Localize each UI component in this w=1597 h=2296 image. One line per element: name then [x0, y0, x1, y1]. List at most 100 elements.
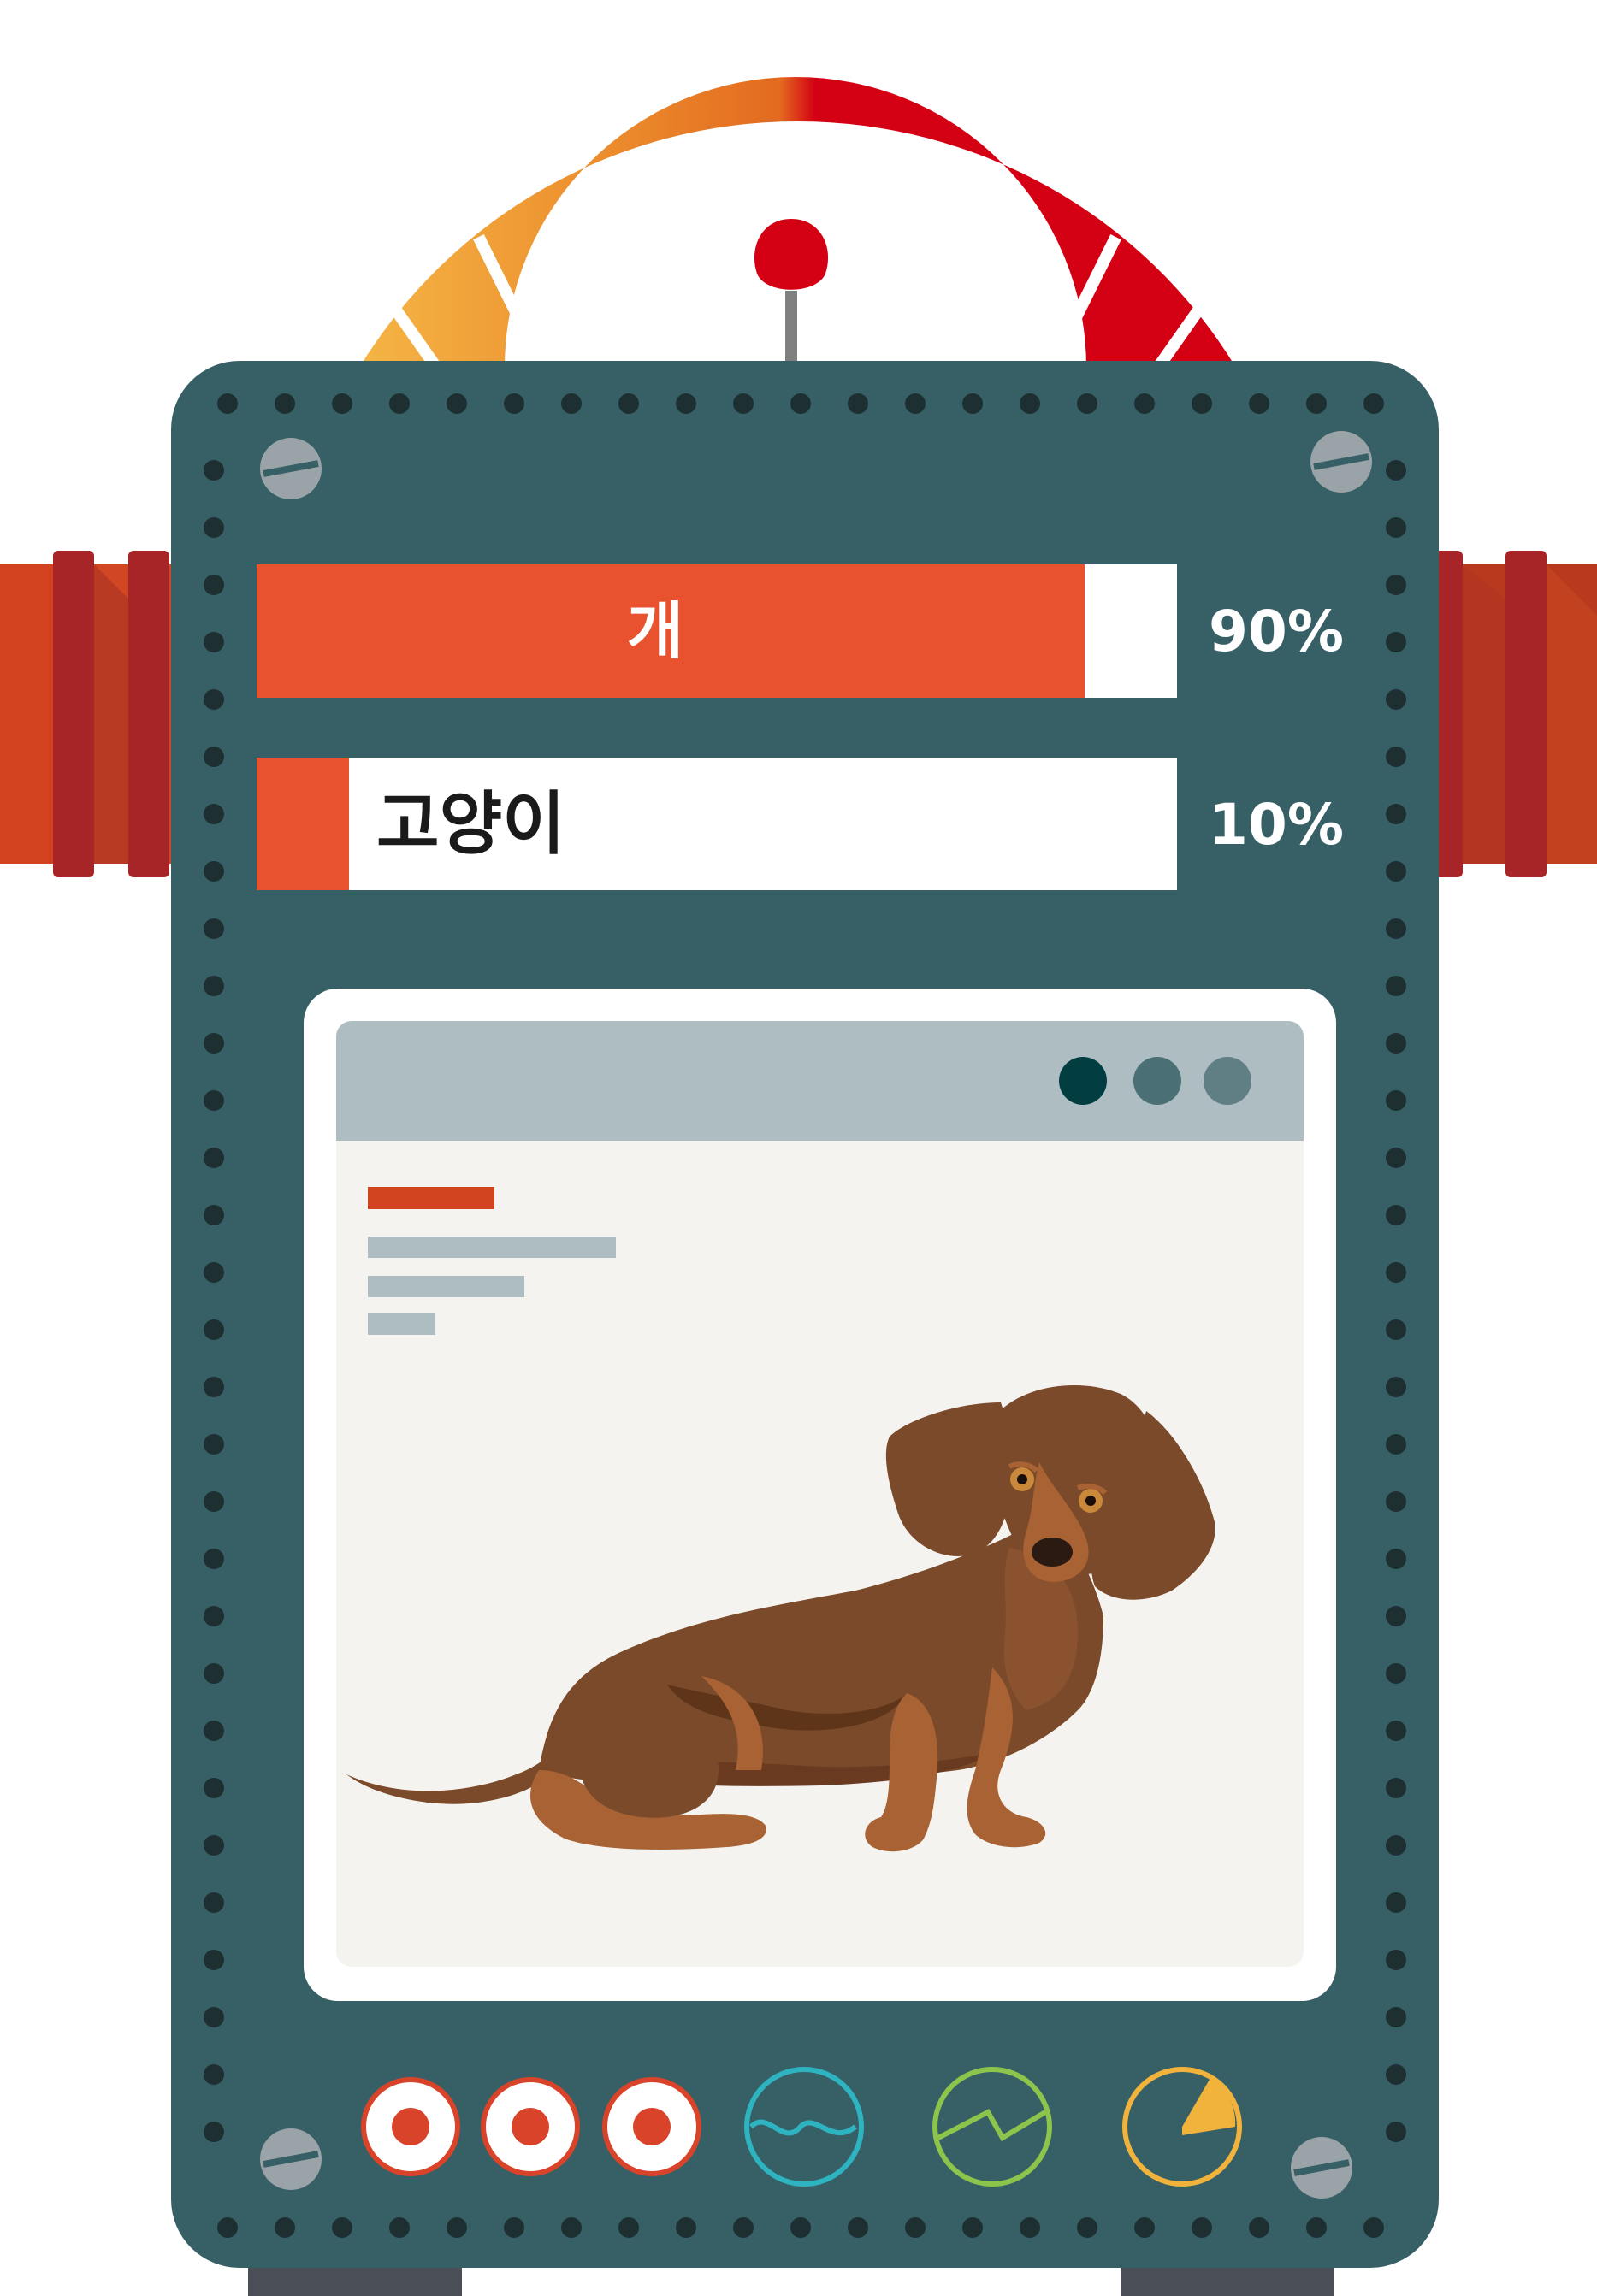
rivet-dot [905, 2217, 926, 2238]
rivet-dot [1077, 2217, 1097, 2238]
rivet-dot [217, 2217, 238, 2238]
rivet-dot [204, 1205, 224, 1225]
rivet-dot [1386, 1606, 1406, 1626]
dachshund-image [346, 1385, 1215, 1852]
rivet-dot [1386, 861, 1406, 882]
rivet-dot [204, 918, 224, 939]
rivet-dot [1386, 460, 1406, 481]
rivet-dot [1386, 804, 1406, 824]
rivet-dot [204, 1090, 224, 1111]
record-button-2[interactable] [481, 2077, 580, 2176]
rivet-dot [848, 2217, 868, 2238]
rivet-dot [1386, 1663, 1406, 1684]
rivet-dot [275, 393, 295, 414]
rivet-dot [1386, 918, 1406, 939]
rivet-dot [204, 2122, 224, 2142]
bottom-controls [361, 2067, 1242, 2187]
rivet-dot [561, 393, 582, 414]
rivet-dot [733, 2217, 754, 2238]
rivet-dot [848, 393, 868, 414]
rivet-dot [905, 393, 926, 414]
rivet-dot [1077, 393, 1097, 414]
record-button-3[interactable] [602, 2077, 701, 2176]
rivet-dot [447, 2217, 467, 2238]
rivet-dot [1386, 1090, 1406, 1111]
content-heading-line [368, 1187, 494, 1209]
rivet-dot [447, 393, 467, 414]
bar-dog-percent: 90% [1209, 599, 1344, 664]
rivet-dot [1386, 1262, 1406, 1283]
bar-dog: 개 [257, 564, 1177, 698]
bar-cat-label: 고양이 [376, 784, 565, 864]
rivet-dot [1386, 689, 1406, 710]
rivet-dot [1363, 393, 1384, 414]
rivet-dot [1363, 2217, 1384, 2238]
rivet-dot [790, 393, 811, 414]
rivet-dot [1386, 1950, 1406, 1970]
rivet-dot [204, 1721, 224, 1741]
window-dot-2[interactable] [1133, 1057, 1181, 1105]
rivet-dot [1134, 393, 1155, 414]
rivet-dot [1249, 2217, 1269, 2238]
rivet-dot [204, 2007, 224, 2027]
rivet-dot [1386, 1549, 1406, 1569]
rivet-dot [204, 1491, 224, 1512]
rivet-dot [389, 393, 410, 414]
rivet-dot [1386, 1835, 1406, 1856]
rivet-dot [561, 2217, 582, 2238]
rivet-dot [204, 747, 224, 767]
window-dot-3[interactable] [1204, 1057, 1251, 1105]
rivet-dot [676, 2217, 696, 2238]
bar-cat-fill [257, 758, 349, 890]
rivet-dot [1386, 632, 1406, 652]
rivet-dot [1386, 976, 1406, 996]
record-button-1[interactable] [361, 2077, 460, 2176]
rivet-dot [204, 1606, 224, 1626]
rivet-dot [204, 517, 224, 538]
rivet-dot [204, 1377, 224, 1397]
rivet-dot [204, 1835, 224, 1856]
rivet-dot [1249, 393, 1269, 414]
rivet-dot [1386, 1434, 1406, 1455]
line-chart-icon[interactable] [932, 2067, 1052, 2187]
rivet-dot [204, 575, 224, 595]
bar-dog-label: 개 [626, 595, 684, 667]
rivet-dot [1134, 2217, 1155, 2238]
rivet-dot [1020, 2217, 1040, 2238]
rivet-dot [1306, 2217, 1327, 2238]
rivet-dot [504, 2217, 524, 2238]
rivet-dot [1306, 393, 1327, 414]
pie-chart-icon[interactable] [1122, 2067, 1242, 2187]
rivet-dot [962, 2217, 983, 2238]
rivet-dot [1386, 1377, 1406, 1397]
content-text-line-1 [368, 1237, 616, 1258]
screw-icon [260, 2128, 322, 2190]
rivet-dot [733, 393, 754, 414]
rivet-dot [1386, 1319, 1406, 1340]
rivet-dot [204, 1892, 224, 1913]
rivet-dot [1386, 1205, 1406, 1225]
rivet-dot [204, 976, 224, 996]
rivet-dot [204, 2064, 224, 2085]
rivet-dot [676, 393, 696, 414]
rivet-dot [217, 393, 238, 414]
rivet-dot [1386, 1491, 1406, 1512]
rivet-dot [962, 393, 983, 414]
screw-icon [1291, 2137, 1352, 2199]
rivet-dot [1386, 1033, 1406, 1054]
rivet-dot [332, 2217, 352, 2238]
rivet-dot [1386, 747, 1406, 767]
rivet-dot [204, 804, 224, 824]
rivet-dot [204, 1663, 224, 1684]
rivet-dot [275, 2217, 295, 2238]
rivet-dot [1386, 1892, 1406, 1913]
rivet-dot [504, 393, 524, 414]
window-dot-1[interactable] [1059, 1057, 1107, 1105]
rivet-dot [1386, 1778, 1406, 1798]
rivet-dot [204, 1434, 224, 1455]
screw-icon [260, 438, 322, 499]
bar-cat-percent: 10% [1209, 792, 1344, 858]
wave-icon[interactable] [744, 2067, 864, 2187]
rivet-dot [1386, 575, 1406, 595]
rivet-dot [204, 460, 224, 481]
